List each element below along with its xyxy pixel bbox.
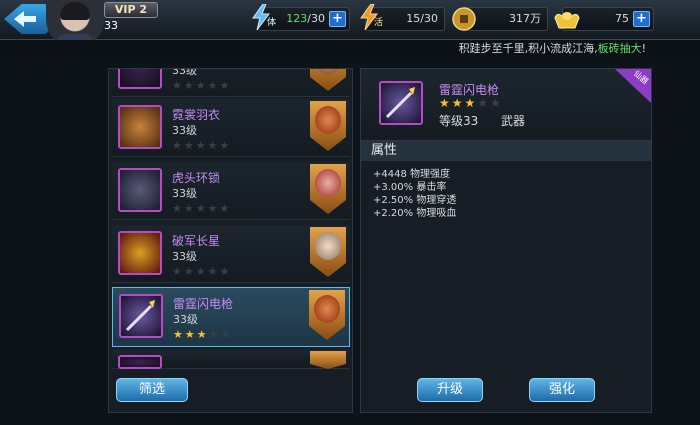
hero-portrait-icon	[310, 101, 346, 151]
equipment-item[interactable]: 霓裳羽衣 33级 ★★★★★	[112, 99, 350, 157]
vip-badge[interactable]: VIP 2	[104, 2, 158, 18]
equipment-level: 33级	[172, 187, 197, 200]
equipment-item-selected[interactable]: 雷霆闪电枪 33级 ★★★★★	[112, 287, 350, 347]
player-level: 33	[104, 19, 118, 32]
equipment-name: 虎头环锁	[172, 171, 221, 185]
ingot-value: 75	[615, 12, 629, 25]
star-rating: ★★★★★	[172, 265, 232, 278]
equipment-level: 33级	[172, 124, 197, 137]
energy-value: 15/30	[406, 12, 438, 25]
equipment-item[interactable]	[112, 349, 350, 369]
tiger-lock-icon	[118, 168, 162, 212]
add-stamina-button[interactable]: +	[329, 11, 346, 27]
quality-ribbon: 仙器	[615, 69, 651, 103]
news-ticker: 积跬步至千里,积小流成江海,板砖抽大!	[0, 40, 700, 58]
thunder-spear-icon	[379, 81, 423, 125]
coin-value: 317万	[509, 12, 541, 25]
attribute-line: +2.20% 物理吸血	[373, 208, 457, 219]
coin-icon	[452, 7, 476, 31]
star-rating: ★★★★★	[173, 328, 233, 341]
detail-type: 武器	[501, 114, 526, 128]
detail-header: 雷霆闪电枪 ★★★★★ 等级33 武器 仙器	[361, 69, 651, 141]
hero-portrait-icon	[310, 69, 346, 91]
hero-portrait-icon	[309, 290, 345, 340]
stamina-value: 123/30	[286, 12, 325, 25]
add-ingot-button[interactable]: +	[633, 11, 650, 27]
equipment-detail-panel: 雷霆闪电枪 ★★★★★ 等级33 武器 仙器 属性 +4448 物理强度 +3.…	[360, 68, 652, 413]
equipment-level: 33级	[172, 250, 197, 263]
hero-portrait-icon	[310, 227, 346, 277]
equipment-level: 33级	[173, 313, 198, 326]
hero-portrait-icon	[310, 351, 346, 369]
equipment-name: 雷霆闪电枪	[173, 297, 234, 311]
equipment-item[interactable]: 虎头环锁 33级 ★★★★★	[112, 162, 350, 220]
equipment-name: 破军长星	[172, 234, 221, 248]
equipment-name: 霓裳羽衣	[172, 108, 221, 122]
equipment-item[interactable]: 破军长星 33级 ★★★★★	[112, 225, 350, 283]
attributes-header: 属性	[361, 141, 651, 161]
star-rating: ★★★★★	[172, 202, 232, 215]
equipment-item[interactable]: 33级 ★★★★★	[112, 69, 350, 97]
spear-icon	[385, 87, 415, 119]
enhance-button[interactable]: 强化	[529, 378, 595, 402]
news-text: 积跬步至千里,积小流成江海,板砖抽大!	[458, 42, 646, 55]
filter-button[interactable]: 筛选	[116, 378, 188, 402]
gold-ingot-icon	[554, 12, 580, 29]
feather-robe-icon	[118, 105, 162, 149]
broken-star-icon	[118, 231, 162, 275]
top-bar: VIP 2 33 体 123/30 + 活 15/30 317万 75 +	[0, 0, 700, 48]
upgrade-button[interactable]: 升级	[417, 378, 483, 402]
spear-icon	[125, 300, 155, 332]
stamina-bolt-icon	[252, 4, 270, 30]
back-arrow-icon	[14, 11, 36, 27]
hero-portrait-icon	[310, 164, 346, 214]
equipment-partial-icon	[118, 355, 162, 369]
detail-stars: ★★★★★	[439, 96, 503, 110]
star-rating: ★★★★★	[172, 79, 232, 92]
equipment-list-panel: 33级 ★★★★★ 霓裳羽衣 33级 ★★★★★ 虎头环锁 33级 ★★★★★ …	[108, 68, 353, 413]
detail-level: 等级33	[439, 114, 479, 128]
energy-bolt-icon	[360, 4, 378, 30]
thunder-spear-icon	[119, 294, 163, 338]
equipment-robe-icon	[118, 69, 162, 89]
star-rating: ★★★★★	[172, 139, 232, 152]
back-button[interactable]	[4, 4, 48, 34]
